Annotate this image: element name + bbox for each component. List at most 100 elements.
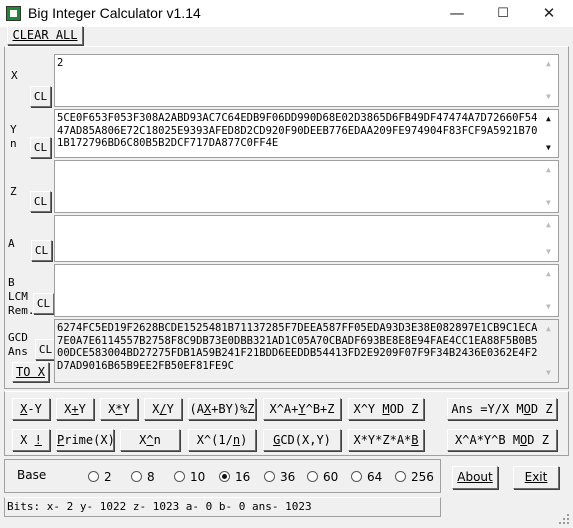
close-button[interactable]: ✕: [526, 0, 572, 27]
x-div-y-button-hotkey: /: [159, 402, 167, 416]
clear-all-button[interactable]: CLEAR ALL: [7, 26, 83, 45]
x-clear-button[interactable]: CL: [30, 86, 51, 107]
x-pow-y-mod-z-button[interactable]: X^Y MOD Z: [348, 398, 424, 420]
base-radio-60[interactable]: 60: [307, 470, 338, 484]
x-pow-n-button[interactable]: X^n: [120, 429, 180, 451]
x-label: X: [11, 69, 18, 82]
ans-label: Ans: [8, 345, 28, 358]
base-radio-label: 16: [235, 470, 251, 484]
radio-dot-icon: [219, 471, 230, 482]
x-times-y-button-label-suffix: Y: [122, 402, 130, 416]
product-button[interactable]: X*Y*Z*A*B: [348, 429, 424, 451]
b-scrollbar[interactable]: ▲ ▼: [543, 266, 557, 315]
base-radio-8[interactable]: 8: [131, 470, 155, 484]
resize-grip-icon[interactable]: [559, 514, 571, 526]
ans-y-div-x-mod-z-button[interactable]: Ans =Y/X MOD Z: [447, 398, 557, 420]
radio-dot-icon: [174, 471, 185, 482]
x-pow-y-mod-z-button-label-suffix: OD Z: [389, 402, 419, 416]
to-x-button[interactable]: TO X: [12, 362, 49, 382]
maximize-button[interactable]: ☐: [480, 0, 526, 27]
ans-output: 6274FC5ED19F2628BCDE1525481B71137285F7DE…: [54, 319, 559, 383]
base-radio-label: 10: [190, 470, 206, 484]
scroll-up-icon[interactable]: ▲: [546, 219, 551, 232]
a-scrollbar[interactable]: ▲ ▼: [543, 217, 557, 260]
radio-dot-icon: [264, 471, 275, 482]
ans-clear-button[interactable]: CL: [35, 339, 56, 360]
x-scrollbar[interactable]: ▲ ▼: [543, 56, 557, 105]
ans-y-div-x-mod-z-button-label-suffix: D Z: [530, 402, 553, 416]
about-button[interactable]: About: [452, 466, 498, 489]
axby-mod-z-button-label-suffix: +BY)%Z: [211, 402, 255, 416]
scroll-up-icon[interactable]: ▲: [546, 268, 551, 281]
a-input[interactable]: ▲ ▼: [54, 215, 559, 262]
scroll-up-icon[interactable]: ▲: [546, 323, 551, 336]
prime-button[interactable]: Prime(X): [56, 429, 115, 451]
gcd-label: GCD: [8, 331, 28, 344]
scroll-up-icon[interactable]: ▲: [546, 113, 551, 126]
base-radio-label: 256: [411, 470, 434, 484]
scroll-up-icon[interactable]: ▲: [546, 58, 551, 71]
ans-y-div-x-mod-z-button-label-prefix: Ans =Y/X M: [451, 402, 524, 416]
exit-button[interactable]: Exit: [513, 466, 559, 489]
xa-yb-z-button[interactable]: X^A+Y^B+Z: [263, 398, 341, 420]
base-radio-label: 36: [280, 470, 296, 484]
x-plus-y-button[interactable]: X+Y: [56, 398, 94, 420]
a-clear-button[interactable]: CL: [31, 240, 52, 261]
gcd-button[interactable]: GCD(X,Y): [263, 429, 341, 451]
base-radio-10[interactable]: 10: [174, 470, 205, 484]
x-pow-n-button-label-suffix: n: [153, 433, 161, 447]
axby-mod-z-button-label-prefix: (A: [189, 402, 204, 416]
radio-dot-icon: [307, 471, 318, 482]
scroll-up-icon[interactable]: ▲: [546, 164, 551, 177]
scroll-down-icon[interactable]: ▼: [546, 301, 551, 314]
base-radio-16[interactable]: 16: [219, 470, 250, 484]
b-input[interactable]: ▲ ▼: [54, 264, 559, 317]
xa-yb-mod-z-button-label-prefix: X^A*Y^B M: [455, 433, 521, 447]
x-pow-n-button-hotkey: ^: [146, 433, 154, 447]
x-pow-y-mod-z-button-hotkey: M: [382, 402, 390, 416]
y-value: 5CE0F653F053F308A2ABD93AC7C64EDB9F06DD99…: [57, 112, 538, 149]
factorial-button[interactable]: X !: [12, 429, 50, 451]
base-radio-2[interactable]: 2: [88, 470, 112, 484]
product-button-hotkey: B: [411, 433, 419, 447]
scroll-down-icon[interactable]: ▼: [546, 246, 551, 259]
scroll-down-icon[interactable]: ▼: [546, 367, 551, 380]
product-button-label-prefix: X*Y*Z*A*: [353, 433, 412, 447]
x-root-n-button[interactable]: X^(1/n): [188, 429, 256, 451]
minimize-button[interactable]: —: [434, 0, 480, 27]
gcd-button-label-suffix: CD(X,Y): [280, 433, 331, 447]
z-clear-button[interactable]: CL: [30, 191, 51, 212]
about-label: About: [457, 470, 493, 484]
base-radio-256[interactable]: 256: [395, 470, 434, 484]
x-minus-y-button[interactable]: X-Y: [12, 398, 50, 420]
exit-label: Exit: [524, 470, 548, 484]
x-times-y-button[interactable]: X*Y: [100, 398, 138, 420]
z-scrollbar[interactable]: ▲ ▼: [543, 162, 557, 211]
x-div-y-button[interactable]: X/Y: [144, 398, 182, 420]
scroll-down-icon[interactable]: ▼: [546, 142, 551, 155]
clear-all-label: CLEAR ALL: [12, 28, 78, 42]
x-input[interactable]: 2 ▲ ▼: [54, 54, 559, 107]
x-times-y-button-hotkey: *: [115, 402, 123, 416]
y-clear-button[interactable]: CL: [30, 137, 51, 158]
ans-y-div-x-mod-z-button-hotkey: O: [523, 402, 531, 416]
z-input[interactable]: ▲ ▼: [54, 160, 559, 213]
xa-yb-mod-z-button[interactable]: X^A*Y^B MOD Z: [447, 429, 557, 451]
y-input[interactable]: 5CE0F653F053F308A2ABD93AC7C64EDB9F06DD99…: [54, 109, 559, 158]
x-div-y-button-label-suffix: Y: [166, 402, 174, 416]
x-root-n-button-label-suffix: ): [240, 433, 248, 447]
prime-button-label-suffix: rime(X): [64, 433, 115, 447]
base-radio-64[interactable]: 64: [351, 470, 382, 484]
ans-scrollbar[interactable]: ▲ ▼: [543, 321, 557, 381]
axby-mod-z-button[interactable]: (AX+BY)%Z: [188, 398, 256, 420]
y-scrollbar[interactable]: ▲ ▼: [543, 111, 557, 156]
radio-dot-icon: [351, 471, 362, 482]
scroll-down-icon[interactable]: ▼: [546, 197, 551, 210]
base-radio-36[interactable]: 36: [264, 470, 295, 484]
y-label: Y: [10, 123, 17, 136]
base-radio-label: 2: [104, 470, 112, 484]
b-clear-button[interactable]: CL: [33, 293, 54, 314]
base-label: Base: [17, 468, 47, 482]
factorial-button-label-prefix: X: [20, 433, 35, 447]
scroll-down-icon[interactable]: ▼: [546, 91, 551, 104]
